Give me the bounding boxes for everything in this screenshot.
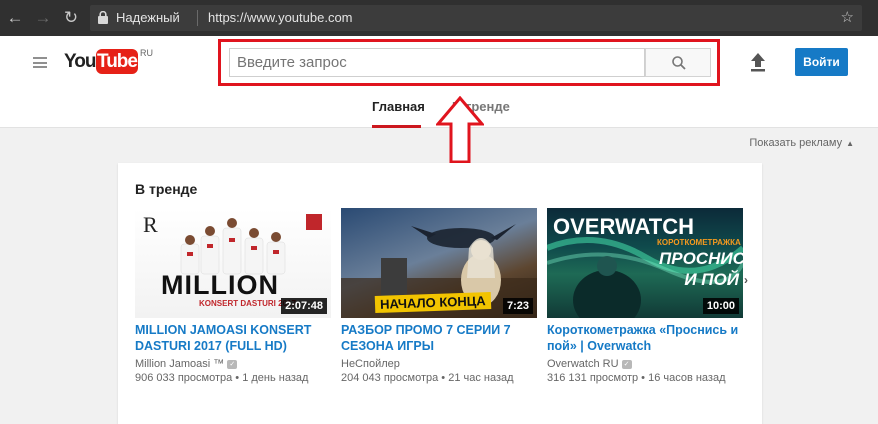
menu-icon[interactable]: [33, 57, 47, 68]
video-card[interactable]: R MILLION KONSERT DASTURI 2017 2:07:48 M…: [135, 208, 331, 386]
tab-home[interactable]: Главная: [372, 88, 425, 128]
channel-name[interactable]: НеСпойлер: [341, 358, 400, 370]
video-channel[interactable]: НеСпойлер: [341, 357, 537, 371]
video-duration: 7:23: [502, 298, 533, 314]
forward-icon[interactable]: →: [30, 0, 56, 36]
search-icon: [672, 56, 686, 70]
section-title[interactable]: В тренде: [135, 181, 197, 197]
thumb-title-text: OVERWATCH: [553, 214, 694, 239]
video-channel[interactable]: Million Jamoasi ™ ✓: [135, 357, 331, 371]
bookmark-star-icon[interactable]: ☆: [841, 5, 854, 31]
upload-age: 1 день назад: [242, 372, 309, 384]
show-ads-label: Показать рекламу: [749, 137, 843, 149]
thumb-title-text: MILLION: [161, 270, 279, 300]
video-title[interactable]: MILLION JAMOASI KONSERT DASTURI 2017 (FU…: [135, 322, 331, 354]
address-bar[interactable]: Надежный https://www.youtube.com ☆: [90, 5, 862, 31]
channel-name[interactable]: Million Jamoasi ™: [135, 358, 224, 370]
channel-name[interactable]: Overwatch RU: [547, 358, 619, 370]
video-title[interactable]: РАЗБОР ПРОМО 7 СЕРИИ 7 СЕЗОНА ИГРЫ: [341, 322, 537, 354]
trending-section: В тренде R MILLION KONSERT DASTURI 2017 …: [118, 163, 762, 424]
caret-up-icon: ▲: [846, 139, 854, 148]
logo-region-text: RU: [140, 48, 153, 58]
reload-icon[interactable]: ↻: [58, 0, 84, 36]
security-label: Надежный: [116, 10, 180, 25]
view-count: 906 033 просмотра: [135, 372, 233, 384]
verified-icon: ✓: [621, 359, 632, 369]
thumb-crown-logo: [306, 214, 322, 230]
video-thumbnail[interactable]: НАЧАЛО КОНЦА 7:23: [341, 208, 537, 318]
chevron-right-icon[interactable]: ›: [744, 273, 748, 287]
video-thumbnail[interactable]: R MILLION KONSERT DASTURI 2017 2:07:48: [135, 208, 331, 318]
logo-tube-text: Tube: [96, 49, 138, 74]
video-card[interactable]: OVERWATCH КОРОТКОМЕТРАЖКА ПРОСНИСЬ И ПОЙ…: [547, 208, 743, 386]
video-thumbnail[interactable]: OVERWATCH КОРОТКОМЕТРАЖКА ПРОСНИСЬ И ПОЙ…: [547, 208, 743, 318]
verified-icon: ✓: [227, 359, 238, 369]
video-meta: 204 043 просмотра • 21 час назад: [341, 372, 514, 384]
logo-you-text: You: [64, 51, 97, 72]
annotation-arrow-icon: [436, 96, 484, 164]
thumb-r-logo: R: [143, 212, 158, 237]
search-button[interactable]: [645, 48, 711, 77]
lock-icon: [98, 11, 108, 24]
upload-age: 21 час назад: [448, 372, 514, 384]
video-card[interactable]: НАЧАЛО КОНЦА 7:23 РАЗБОР ПРОМО 7 СЕРИИ 7…: [341, 208, 537, 386]
browser-toolbar: ← → ↻ Надежный https://www.youtube.com ☆: [0, 0, 878, 36]
signin-button[interactable]: Войти: [795, 48, 848, 76]
omnibox-divider: [197, 10, 198, 26]
back-icon[interactable]: ←: [2, 0, 28, 36]
thumb-subtitle-text: КОРОТКОМЕТРАЖКА: [657, 238, 741, 247]
video-duration: 10:00: [702, 298, 739, 314]
video-title[interactable]: Короткометражка «Проснись и пой» | Overw…: [547, 322, 743, 354]
thumb-caption-text: ПРОСНИСЬ И ПОЙ: [659, 249, 743, 289]
upload-age: 16 часов назад: [648, 372, 726, 384]
tab-home-label: Главная: [372, 99, 425, 114]
video-meta: 906 033 просмотра • 1 день назад: [135, 372, 309, 384]
video-meta: 316 131 просмотр • 16 часов назад: [547, 372, 726, 384]
show-ads-toggle[interactable]: Показать рекламу ▲: [749, 137, 854, 149]
search-input[interactable]: [229, 48, 645, 77]
view-count: 316 131 просмотр: [547, 372, 639, 384]
video-duration: 2:07:48: [281, 298, 327, 314]
active-tab-underline: [372, 125, 421, 128]
url-text[interactable]: https://www.youtube.com: [208, 5, 353, 31]
view-count: 204 043 просмотра: [341, 372, 439, 384]
upload-icon[interactable]: [750, 52, 766, 72]
video-channel[interactable]: Overwatch RU ✓: [547, 357, 743, 371]
